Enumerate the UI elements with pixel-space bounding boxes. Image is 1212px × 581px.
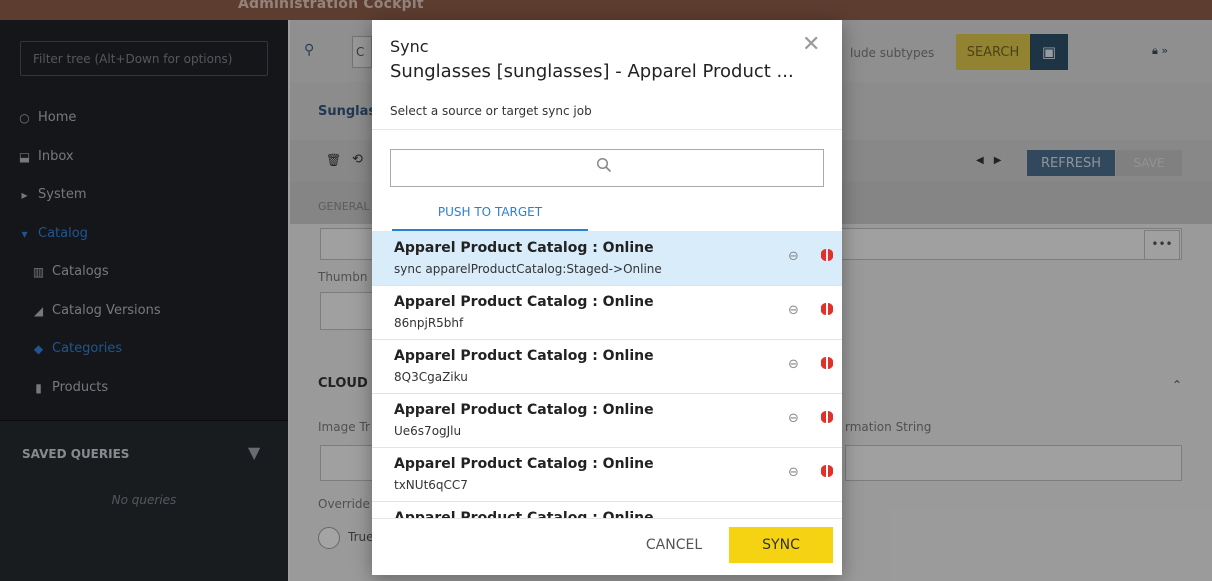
status-red-icon <box>821 357 833 369</box>
status-red-icon <box>821 411 833 423</box>
dialog-footer: CANCEL SYNC <box>372 518 842 575</box>
push-icon[interactable]: ⊖ <box>788 411 799 426</box>
status-red-icon <box>821 303 833 315</box>
list-item-title: Apparel Product Catalog : Online <box>394 294 654 310</box>
status-red-icon <box>821 249 833 261</box>
divider <box>372 129 842 130</box>
push-icon[interactable]: ⊖ <box>788 465 799 480</box>
list-item-detail: 86npjR5bhf <box>394 316 464 330</box>
list-item[interactable]: Apparel Product Catalog : Online Ue6s7og… <box>372 394 842 448</box>
list-item[interactable]: Apparel Product Catalog : Online sync ap… <box>372 232 842 286</box>
sync-dialog: Sync Sunglasses [sunglasses] - Apparel P… <box>372 20 842 575</box>
tab-push-to-target[interactable]: PUSH TO TARGET <box>392 201 588 231</box>
status-red-icon <box>821 465 833 477</box>
sync-button[interactable]: SYNC <box>729 527 833 563</box>
push-icon[interactable]: ⊖ <box>788 357 799 372</box>
list-item-detail: sync apparelProductCatalog:Staged->Onlin… <box>394 262 662 276</box>
push-icon[interactable]: ⊖ <box>788 303 799 318</box>
list-item-title: Apparel Product Catalog : Online <box>394 510 654 518</box>
dialog-title: Sync <box>390 37 429 56</box>
close-icon[interactable]: ✕ <box>802 34 820 56</box>
list-item-detail: 8Q3CgaZiku <box>394 370 468 384</box>
sync-job-list: Apparel Product Catalog : Online sync ap… <box>372 231 842 518</box>
list-item[interactable]: Apparel Product Catalog : Online 8Q3CgaZ… <box>372 340 842 394</box>
list-item-title: Apparel Product Catalog : Online <box>394 402 654 418</box>
list-item-title: Apparel Product Catalog : Online <box>394 240 654 256</box>
list-item[interactable]: Apparel Product Catalog : Online txNUt6q… <box>372 448 842 502</box>
list-item-detail: txNUt6qCC7 <box>394 478 468 492</box>
list-item[interactable]: Apparel Product Catalog : Online 86npjR5… <box>372 286 842 340</box>
dialog-subtitle: Sunglasses [sunglasses] - Apparel Produc… <box>390 61 794 82</box>
search-icon <box>596 157 612 173</box>
push-icon[interactable]: ⊖ <box>788 249 799 264</box>
dialog-description: Select a source or target sync job <box>390 104 592 118</box>
sync-search-input[interactable] <box>390 149 824 187</box>
list-item-detail: Ue6s7ogJlu <box>394 424 462 438</box>
list-item[interactable]: Apparel Product Catalog : Online <box>372 502 842 518</box>
list-item-title: Apparel Product Catalog : Online <box>394 456 654 472</box>
list-item-title: Apparel Product Catalog : Online <box>394 348 654 364</box>
cancel-button[interactable]: CANCEL <box>634 527 714 563</box>
